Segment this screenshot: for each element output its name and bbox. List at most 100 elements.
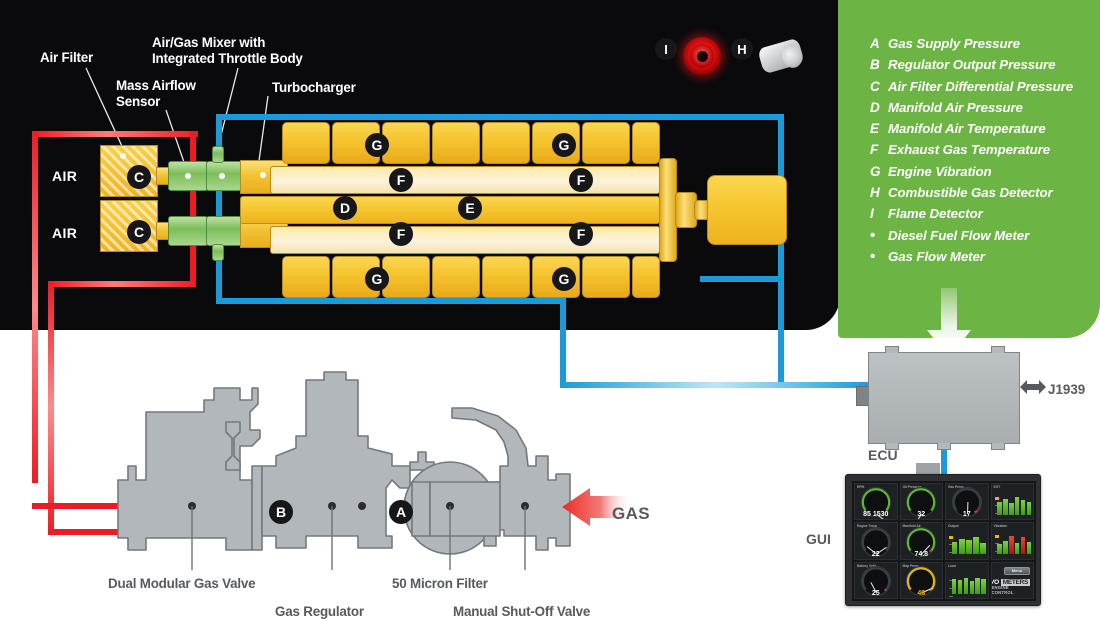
sensor-point [185, 173, 191, 179]
sensor-point [120, 153, 126, 159]
legend-label: Engine Vibration [888, 163, 992, 179]
legend-label: Flame Detector [888, 206, 983, 222]
cylinder [632, 122, 660, 164]
legend-item: C Air Filter Differential Pressure [870, 76, 1100, 97]
gas-line-down-to-mixer [190, 131, 196, 287]
label-air-filter: Air Filter [40, 50, 94, 65]
tag-air-filter-bottom: C [127, 220, 151, 244]
label-gas-regulator: Gas Regulator [275, 604, 364, 619]
gui-cell[interactable]: Map Press 48 [899, 561, 943, 599]
ecu-mount-tab [991, 443, 1005, 450]
gui-display[interactable]: RPM 85 1530 Oil Pressure 32 Gas Press 17… [845, 474, 1041, 606]
gui-cell[interactable]: Vibration [990, 522, 1034, 560]
gui-cell[interactable]: RPM 85 1530 [854, 483, 898, 521]
gui-cell[interactable]: Battery Volts 25 [854, 561, 898, 599]
air-inlet-label-bottom: AIR [52, 225, 78, 241]
down-arrow-icon [927, 288, 971, 358]
gas-inlet-label: GAS [612, 504, 651, 523]
tag-manifold-air-pressure: D [333, 196, 357, 220]
legend-key: • [870, 247, 876, 265]
ecu-module[interactable] [868, 346, 1020, 450]
label-mass-airflow-sensor: Mass Airflow Sensor [116, 78, 196, 109]
legend-item: E Manifold Air Temperature [870, 118, 1100, 139]
gui-cell[interactable]: Engine Temp 22 [854, 522, 898, 560]
gui-cell[interactable]: Gas Press 17 [945, 483, 989, 521]
signal-line-jog [700, 276, 784, 282]
label-turbocharger: Turbocharger [272, 80, 356, 95]
mixer-gas-port-top [212, 146, 224, 163]
gui-cell[interactable]: Oil Pressure 32 [899, 483, 943, 521]
tag-manifold-air-temperature: E [458, 196, 482, 220]
gui-cell-title: EGT [993, 485, 1001, 489]
legend-label: Exhaust Gas Temperature [888, 142, 1051, 158]
tag-combustible-gas-detector: H [731, 38, 753, 60]
cylinder [582, 256, 630, 298]
exhaust-manifold-lower [270, 226, 660, 254]
tag-gas-supply-pressure: A [389, 500, 413, 524]
legend-key: G [870, 163, 881, 179]
legend-label: Combustible Gas Detector [888, 185, 1053, 201]
legend-label: Diesel Fuel Flow Meter [888, 227, 1030, 243]
cylinder [482, 256, 530, 298]
legend-key: I [870, 206, 874, 222]
legend-item: • Diesel Fuel Flow Meter [870, 225, 1100, 246]
legend-item: A Gas Supply Pressure [870, 33, 1100, 54]
label-dual-modular-gas-valve: Dual Modular Gas Valve [108, 576, 256, 591]
signal-line-left [216, 114, 222, 304]
legend-label: Gas Supply Pressure [888, 36, 1020, 51]
legend-item: H Combustible Gas Detector [870, 182, 1100, 203]
legend-item: F Exhaust Gas Temperature [870, 139, 1100, 160]
gui-cell-title: RPM [857, 485, 865, 489]
gui-cell-title: Load [948, 563, 956, 568]
gui-cell-value: 85 1530 [863, 511, 889, 519]
gui-cell-value: 48 [917, 589, 926, 597]
gas-line-top [32, 131, 198, 137]
diagram-canvas: A Gas Supply Pressure B Regulator Output… [0, 0, 1100, 619]
gui-cell[interactable]: EGT [990, 483, 1034, 521]
cylinder [382, 256, 430, 298]
gas-line-lower-return [48, 281, 196, 287]
gui-cell[interactable]: Manifold Air 74.8 [899, 522, 943, 560]
legend-label: Manifold Air Temperature [888, 121, 1046, 137]
gui-cell[interactable]: Output [945, 522, 989, 560]
brand-tagline: ENGINE CONTROL [991, 584, 1014, 595]
cylinder [582, 122, 630, 164]
legend-key: C [870, 78, 880, 94]
sensor-legend-list: A Gas Supply Pressure B Regulator Output… [870, 33, 1100, 267]
ecu-mount-tab [885, 346, 899, 353]
bar-graph [997, 533, 1032, 555]
flame-detector-aperture [697, 51, 708, 62]
tag-vibration-top-left: G [365, 133, 389, 157]
gui-cell-value: 32 [917, 511, 926, 519]
tag-egt-upper-right: F [569, 168, 593, 192]
cylinder [282, 122, 330, 164]
legend-item: D Manifold Air Pressure [870, 97, 1100, 118]
legend-key: • [870, 226, 876, 244]
gui-cell[interactable]: Load [945, 561, 989, 599]
legend-label: Regulator Output Pressure [888, 57, 1056, 73]
legend-key: B [870, 57, 880, 73]
legend-item: B Regulator Output Pressure [870, 54, 1100, 75]
gui-label: GUI [806, 531, 831, 547]
ecu-mount-tab [991, 346, 1005, 353]
legend-label: Air Filter Differential Pressure [888, 78, 1073, 94]
tag-egt-lower-right: F [569, 222, 593, 246]
legend-key: F [870, 142, 879, 158]
menu-button[interactable]: Menu [1004, 566, 1030, 575]
gas-valve-train [117, 371, 571, 570]
tag-vibration-top-right: G [552, 133, 576, 157]
signal-line-drop-right [778, 276, 784, 388]
legend-key: H [870, 185, 880, 201]
gui-cell-value: 74.8 [914, 550, 929, 558]
cylinder [432, 256, 480, 298]
intake-manifold [240, 196, 660, 224]
sensor-point [260, 172, 266, 178]
legend-item: I Flame Detector [870, 203, 1100, 224]
ecu-mount-tab [937, 443, 951, 450]
gui-cell-value: 17 [962, 511, 971, 519]
bar-graph [951, 573, 986, 594]
tag-regulator-output-pressure: B [269, 500, 293, 524]
cylinder [482, 122, 530, 164]
generator [707, 175, 787, 245]
legend-key: A [870, 36, 880, 51]
